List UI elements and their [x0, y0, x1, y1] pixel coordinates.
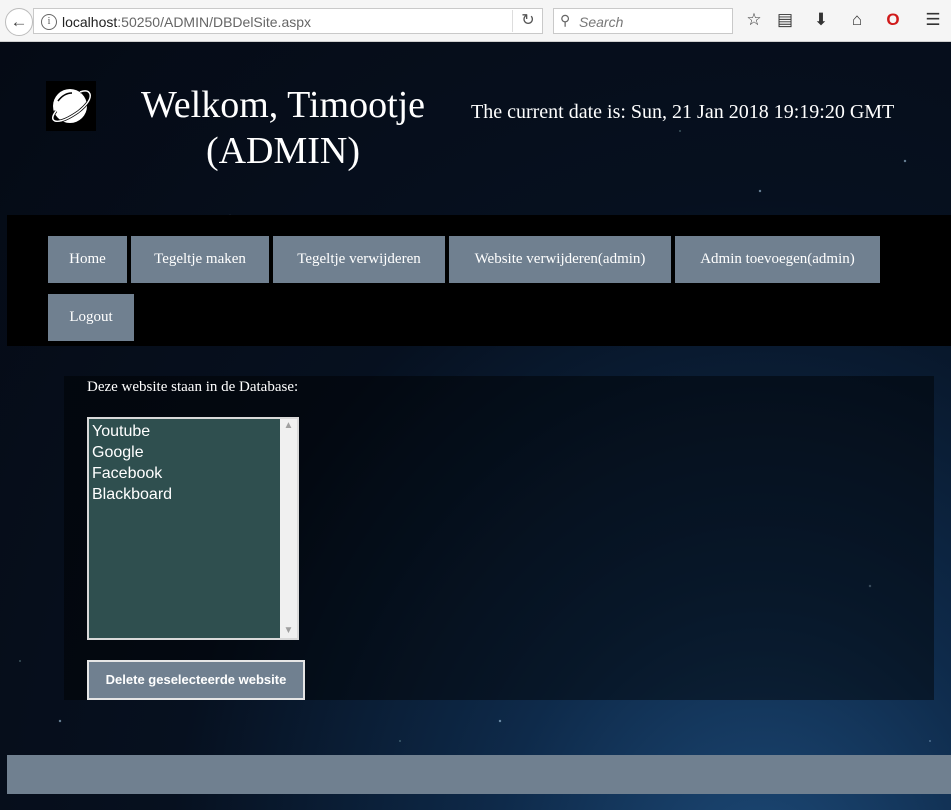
nav-tegeltje-maken[interactable]: Tegeltje maken [131, 236, 269, 283]
footer-bar [7, 755, 951, 794]
nav-home[interactable]: Home [48, 236, 127, 283]
search-box[interactable]: ⚲ Search [553, 8, 733, 34]
welcome-heading: Welkom, Timootje (ADMIN) [140, 84, 426, 172]
list-item[interactable]: Blackboard [92, 486, 172, 504]
list-item[interactable]: Google [92, 444, 144, 462]
nav-tegeltje-verwijderen[interactable]: Tegeltje verwijderen [273, 236, 445, 283]
current-date: The current date is: Sun, 21 Jan 2018 19… [471, 101, 895, 123]
nav-logout[interactable]: Logout [48, 294, 134, 341]
search-placeholder: Search [579, 14, 624, 30]
reading-list-icon[interactable]: ▤ [774, 10, 796, 30]
info-icon[interactable]: i [41, 14, 57, 30]
browser-toolbar: ← i localhost:50250/ADMIN/DBDelSite.aspx… [0, 0, 951, 42]
list-item[interactable]: Facebook [92, 465, 162, 483]
download-icon[interactable]: ⬇ [810, 10, 832, 30]
nav-admin-toevoegen[interactable]: Admin toevoegen(admin) [675, 236, 880, 283]
list-item[interactable]: Youtube [92, 423, 150, 441]
nav-website-verwijderen[interactable]: Website verwijderen(admin) [449, 236, 671, 283]
planet-logo-icon [46, 81, 96, 131]
star-icon[interactable]: ☆ [743, 10, 765, 30]
delete-website-button[interactable]: Delete geselecteerde website [87, 660, 305, 700]
scroll-up-icon[interactable]: ▲ [280, 419, 297, 433]
menu-icon[interactable]: ☰ [922, 10, 944, 30]
home-icon[interactable]: ⌂ [846, 10, 868, 30]
websites-caption: Deze website staan in de Database: [87, 379, 299, 395]
reload-icon[interactable]: ↻ [512, 10, 543, 32]
opera-icon[interactable]: O [882, 10, 904, 30]
website-listbox[interactable]: Youtube Google Facebook Blackboard ▲ ▼ [87, 417, 299, 640]
listbox-scrollbar[interactable]: ▲ ▼ [280, 419, 297, 638]
address-bar[interactable]: i localhost:50250/ADMIN/DBDelSite.aspx ↻ [33, 8, 543, 34]
search-icon: ⚲ [560, 12, 571, 28]
url-text[interactable]: localhost:50250/ADMIN/DBDelSite.aspx [62, 14, 311, 30]
scroll-down-icon[interactable]: ▼ [280, 624, 297, 638]
back-arrow-icon[interactable]: ← [5, 8, 33, 36]
